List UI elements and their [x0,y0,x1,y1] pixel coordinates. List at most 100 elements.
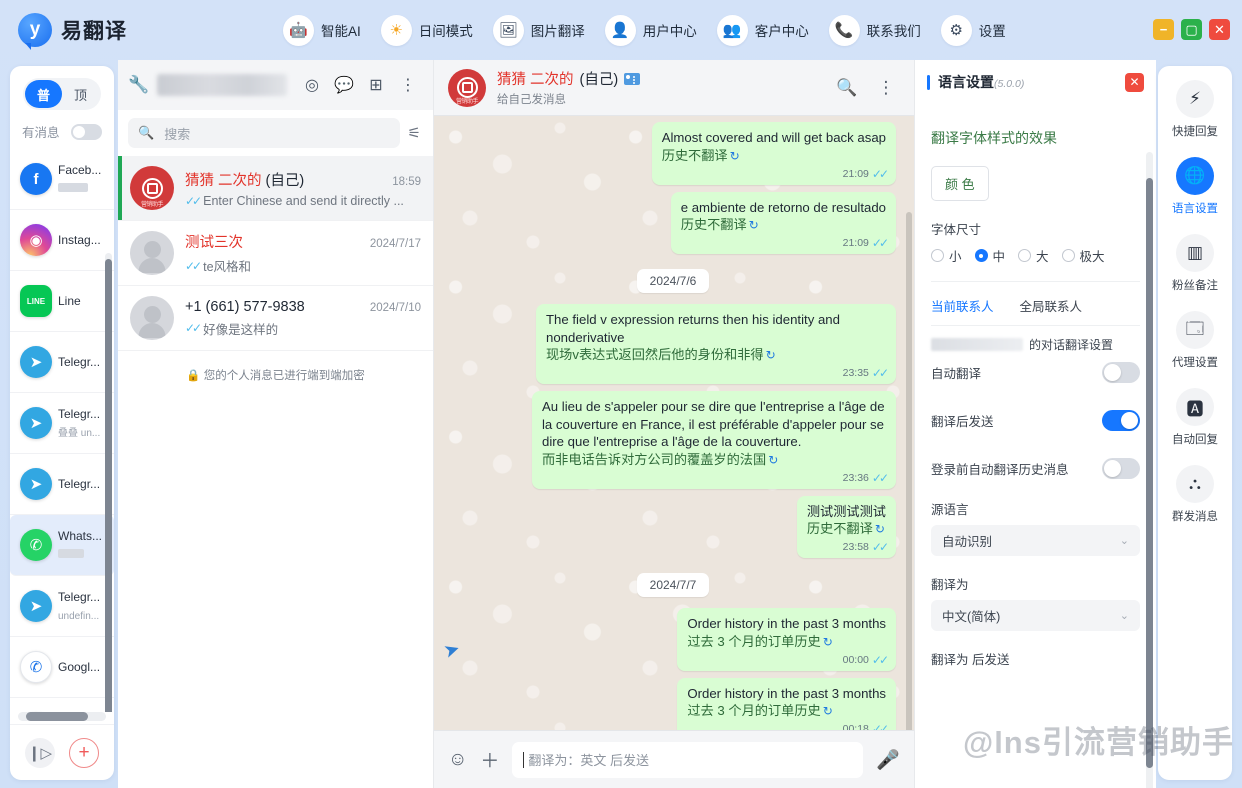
chat-list-item-test[interactable]: 测试三次 2024/7/17 ✓✓ te风格和 [118,221,433,286]
tool-auto-reply[interactable]: 🅰 自动回复 [1158,388,1232,447]
tool-language-settings[interactable]: 🌐 语言设置 [1158,157,1232,216]
chat-item-preview-row: ✓✓ 好像是这样的 [185,319,421,338]
close-button[interactable]: ✕ [1209,19,1230,40]
close-settings-button[interactable]: ✕ [1125,72,1144,92]
message-bubble[interactable]: Almost covered and will get back asap 历史… [651,122,896,185]
retranslate-icon[interactable]: ↻ [768,453,778,467]
tab-global-contact[interactable]: 全局联系人 [1020,296,1083,315]
filter-icon[interactable]: ⚟ [408,124,423,142]
font-size-option-xlarge[interactable]: 极大 [1061,246,1105,265]
auto-translate-history-toggle[interactable] [1102,457,1140,479]
account-item-whatsapp[interactable]: ✆ Whats... [10,515,114,576]
rail-mode-top[interactable]: 顶 [62,80,99,108]
menu-icon[interactable]: ⋮ [872,78,900,98]
account-list-hscrollbar[interactable] [18,712,106,721]
search-input[interactable]: 🔍 搜索 [128,118,400,148]
message-bubble[interactable]: 测试测试测试 历史不翻译 ↻ 23:58 ✓✓ [796,495,896,559]
message-bubble[interactable]: Order history in the past 3 months 过去 3 … [677,677,896,730]
font-size-option-medium[interactable]: 中 [974,246,1005,265]
message-bubble[interactable]: e ambiente de retorno de resultado 历史不翻译… [670,191,896,255]
tool-broadcast[interactable]: ⛬ 群发消息 [1158,465,1232,524]
chat-item-body: 测试三次 2024/7/17 ✓✓ te风格和 [185,231,421,275]
scrollbar-thumb[interactable] [1146,178,1153,768]
source-language-select[interactable]: 自动识别 ⌄ [931,525,1140,556]
message-bubble[interactable]: Au lieu de s'appeler pour se dire que l'… [532,391,896,489]
account-list[interactable]: f Faceb... ◉ Instag... LINE Line ➤ Teleg… [10,149,114,712]
contact-settings-suffix: 的对话翻译设置 [1029,338,1114,352]
color-button[interactable]: 颜 色 [931,166,989,201]
target-language-select[interactable]: 中文(简体) ⌄ [931,600,1140,631]
message-scrollbar[interactable] [906,174,912,730]
new-chat-icon[interactable]: ⊞ [361,70,391,100]
tool-fan-notes[interactable]: ▥ 粉丝备注 [1158,234,1232,293]
topnav-item-ai[interactable]: 🤖 智能AI [277,11,367,50]
scrollbar-thumb[interactable] [26,712,88,721]
tool-proxy-settings[interactable]: 🗔 代理设置 [1158,311,1232,370]
microphone-icon[interactable]: 🎤 [876,748,900,772]
collapse-rail-button[interactable]: ❙▷ [25,737,55,768]
plus-icon[interactable]: ＋ [480,746,499,773]
chat-list-item-self[interactable]: 营销助手 猜猜 二次的 (自己) 18:59 ✓✓ Enter Chinese … [118,156,433,221]
chat-item-time: 18:59 [392,175,421,188]
menu-icon[interactable]: ⋮ [393,70,423,100]
topnav-item-daymode[interactable]: ☀ 日间模式 [375,11,479,50]
settings-scrollbar[interactable] [1146,152,1153,788]
retranslate-icon[interactable]: ↻ [766,348,776,362]
account-item-telegram-3[interactable]: ➤ Telegr... [10,454,114,515]
topnav-item-settings[interactable]: ⚙ 设置 [935,11,1012,50]
topnav-item-contact-us[interactable]: 📞 联系我们 [823,11,927,50]
person-body-icon [138,258,166,273]
account-item-telegram-2[interactable]: ➤ Telegr... 叠叠 un... [10,393,114,454]
account-item-google-voice[interactable]: ✆ Googl... [10,637,114,698]
scrollbar-thumb[interactable] [105,259,112,712]
tool-label: 粉丝备注 [1172,280,1218,292]
translate-before-send-toggle[interactable] [1102,409,1140,431]
message-input[interactable]: 翻译为：英文 后发送 [512,741,864,778]
wrench-icon[interactable]: 🔧 [128,75,149,95]
add-account-button[interactable]: + [69,737,99,768]
account-item-instagram[interactable]: ◉ Instag... [10,210,114,271]
maximize-button[interactable]: ▢ [1181,19,1202,40]
tool-rail: ⚡ 快捷回复 🌐 语言设置 ▥ 粉丝备注 🗔 代理设置 🅰 自动回复 ⛬ 群发消… [1158,66,1232,780]
message-bubble[interactable]: Order history in the past 3 months 过去 3 … [677,608,896,671]
auto-translate-toggle[interactable] [1102,361,1140,383]
font-size-label-xlarge: 极大 [1079,250,1105,264]
search-icon[interactable]: 🔍 [833,78,861,98]
account-item-telegram-1[interactable]: ➤ Telegr... [10,332,114,393]
source-language-value: 自动识别 [942,535,993,549]
account-name: Telegr... [58,355,101,369]
day-separator-row: 2024/7/7 [450,573,896,598]
font-size-option-small[interactable]: 小 [931,246,962,265]
topnav-label-ai: 智能AI [321,24,361,39]
message-source-text: Almost covered and will get back asap [661,130,886,145]
account-item-facebook[interactable]: f Faceb... [10,149,114,210]
font-size-option-large[interactable]: 大 [1018,246,1049,265]
topnav-item-user-center[interactable]: 👤 用户中心 [599,11,703,50]
chat-list-item-phone[interactable]: +1 (661) 577-9838 2024/7/10 ✓✓ 好像是这样的 [118,286,433,351]
scrollbar-thumb[interactable] [906,212,912,730]
rail-message-filter-switch[interactable] [71,123,102,140]
status-icon[interactable]: ◎ [297,70,327,100]
rail-mode-toggle[interactable]: 普 顶 [23,78,101,110]
account-name: Googl... [58,660,101,674]
topnav-item-support-center[interactable]: 👥 客户中心 [711,11,815,50]
retranslate-icon[interactable]: ↻ [749,218,759,232]
retranslate-icon[interactable]: ↻ [875,522,885,536]
message-translation-text: 历史不翻译 [661,147,728,163]
tool-quick-reply[interactable]: ⚡ 快捷回复 [1158,80,1232,139]
account-item-line[interactable]: LINE Line [10,271,114,332]
minimize-button[interactable]: − [1153,19,1174,40]
tab-current-contact[interactable]: 当前联系人 [931,296,994,315]
account-item-telegram-4[interactable]: ➤ Telegr... undefin... [10,576,114,637]
rail-mode-normal[interactable]: 普 [25,80,62,108]
emoji-icon[interactable]: ☺ [448,749,467,771]
account-item-messenger[interactable]: ⚡ Messe... [10,698,114,712]
retranslate-icon[interactable]: ↻ [730,149,740,163]
retranslate-icon[interactable]: ↻ [823,704,833,718]
message-bubble[interactable]: The field v expression returns then his … [536,304,896,385]
retranslate-icon[interactable]: ↻ [823,635,833,649]
account-list-scrollbar[interactable] [105,253,112,712]
rail-message-filter[interactable]: 有消息 [10,110,114,149]
channels-icon[interactable]: 💬 [329,70,359,100]
topnav-item-image-translate[interactable]: 🖼 图片翻译 [487,11,591,50]
